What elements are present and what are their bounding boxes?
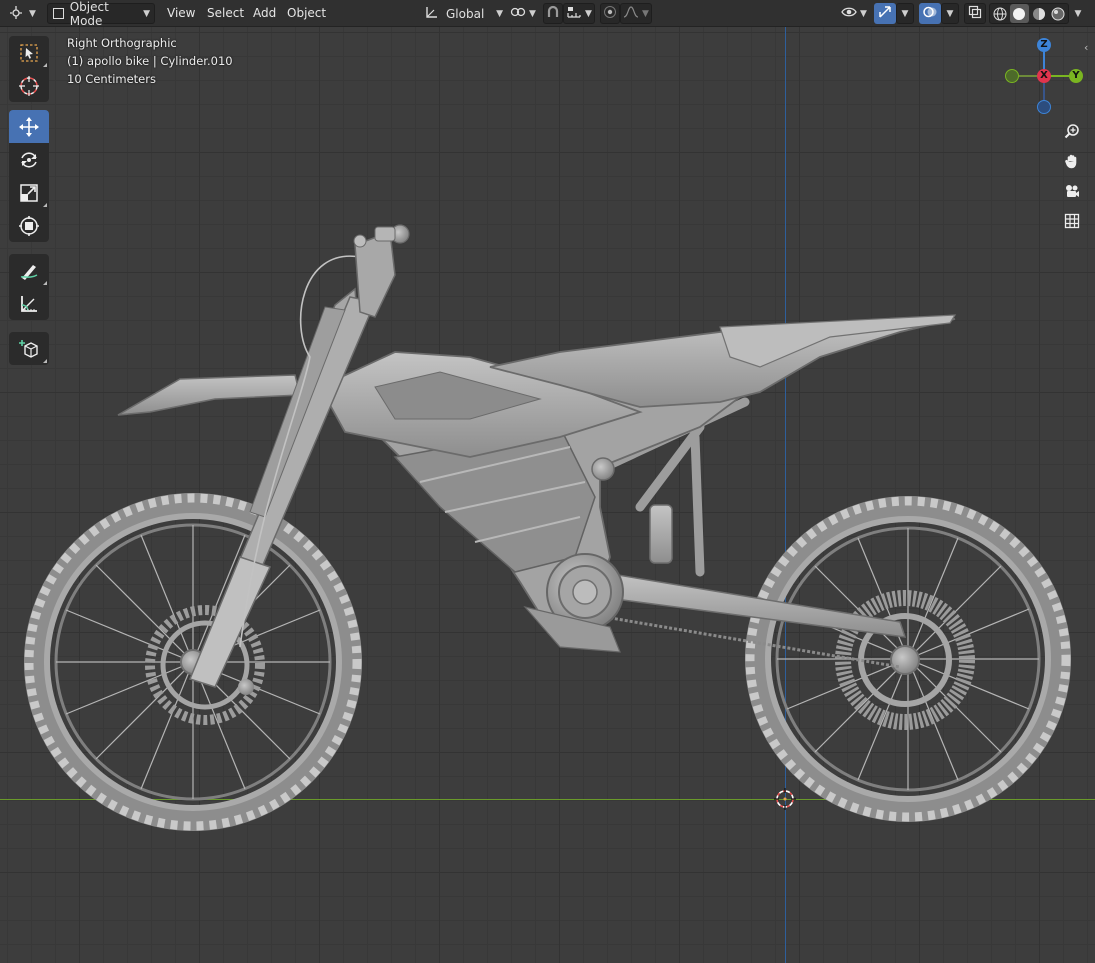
rear-shock xyxy=(649,504,673,564)
transform-icon xyxy=(19,215,39,236)
shading-solid-button[interactable] xyxy=(1009,4,1029,23)
chevron-down-icon: ▼ xyxy=(143,8,150,19)
zoom-icon xyxy=(1064,124,1079,139)
chevron-down-icon: ▼ xyxy=(496,8,503,19)
eye-icon xyxy=(841,5,857,22)
tool-add-cube[interactable] xyxy=(9,332,49,365)
snap-toggle[interactable] xyxy=(543,3,563,24)
pan-button[interactable] xyxy=(1060,149,1084,173)
handlebar xyxy=(353,224,410,318)
motorcycle-model[interactable] xyxy=(0,27,1095,963)
solid-sphere-icon xyxy=(1013,7,1026,20)
mode-label: Object Mode xyxy=(69,0,109,28)
visibility-dropdown[interactable]: ▼ xyxy=(838,3,870,24)
rotate-icon xyxy=(21,151,37,168)
xray-toggle[interactable] xyxy=(964,3,986,24)
tool-transform[interactable] xyxy=(9,209,49,242)
magnet-icon xyxy=(546,5,560,22)
3d-viewport[interactable]: Right Orthographic (1) apollo bike | Cyl… xyxy=(0,27,1095,963)
gizmo-neg-y-axis[interactable] xyxy=(1005,69,1019,83)
chevron-down-icon: ▼ xyxy=(642,8,649,19)
overlays-dropdown[interactable]: ▼ xyxy=(941,3,959,24)
snap-increment-icon xyxy=(566,5,582,22)
proportional-edit-icon xyxy=(603,5,617,22)
pivot-point-icon xyxy=(510,5,526,22)
gizmo-neg-z-axis[interactable] xyxy=(1037,100,1051,114)
gizmo-toggle-icon xyxy=(878,5,892,22)
tool-options-corner xyxy=(43,281,47,285)
rendered-sphere-icon xyxy=(1051,7,1065,20)
editor-type-button[interactable]: ▼ xyxy=(6,3,40,24)
shading-wireframe-button[interactable] xyxy=(990,7,1010,21)
tool-options-corner xyxy=(43,359,47,363)
gizmo-toggle[interactable] xyxy=(874,3,896,24)
falloff-curve-icon xyxy=(623,5,639,22)
shading-material-button[interactable] xyxy=(1029,7,1049,21)
overlays-toggle[interactable] xyxy=(919,3,941,24)
tool-annotate[interactable] xyxy=(9,254,49,287)
chevron-down-icon: ▼ xyxy=(901,8,909,19)
menu-select[interactable]: Select xyxy=(207,6,244,20)
orientation-label: Global xyxy=(446,6,485,21)
grid-toggle-icon xyxy=(1064,213,1080,229)
tool-scale[interactable] xyxy=(9,176,49,209)
tool-select-box[interactable] xyxy=(9,36,49,69)
chevron-down-icon: ▼ xyxy=(1074,8,1082,19)
front-fender xyxy=(117,374,301,416)
gizmo-y-axis[interactable]: Y xyxy=(1069,69,1083,83)
chevron-down-icon: ▼ xyxy=(585,8,592,19)
tool-measure[interactable] xyxy=(9,287,49,320)
shading-dropdown[interactable]: ▼ xyxy=(1069,3,1087,24)
chevron-down-icon: ▼ xyxy=(860,8,867,19)
proportional-edit-toggle[interactable] xyxy=(600,3,620,24)
annotate-icon xyxy=(20,264,38,280)
3d-cursor-icon[interactable] xyxy=(774,788,796,810)
rear-wheel xyxy=(745,496,1071,822)
gizmo-z-axis[interactable]: Z xyxy=(1037,38,1051,52)
viewport-icon xyxy=(10,5,26,22)
overlays-icon xyxy=(923,5,937,22)
hand-pan-icon xyxy=(1065,154,1077,169)
transform-orientation-dropdown[interactable]: Global ▼ xyxy=(420,3,506,24)
chevron-down-icon: ▼ xyxy=(529,8,536,19)
chevron-down-icon: ▼ xyxy=(29,8,36,19)
camera-icon xyxy=(1066,185,1079,197)
tool-options-corner xyxy=(43,63,47,67)
tool-rotate[interactable] xyxy=(9,143,49,176)
cursor-icon xyxy=(19,75,39,96)
add-cube-icon xyxy=(19,339,38,358)
move-icon xyxy=(19,116,39,137)
mode-dropdown[interactable]: Object Mode ▼ xyxy=(47,0,155,28)
shading-mode-group xyxy=(989,3,1069,24)
grid-toggle-button[interactable] xyxy=(1060,209,1084,233)
xray-icon xyxy=(968,5,982,22)
tool-move[interactable] xyxy=(9,110,49,143)
wireframe-sphere-icon xyxy=(993,7,1007,20)
measure-icon xyxy=(21,295,37,312)
scale-icon xyxy=(20,183,38,202)
gizmo-dropdown[interactable]: ▼ xyxy=(896,3,914,24)
pivot-point-dropdown[interactable]: ▼ xyxy=(508,3,538,24)
object-mode-icon xyxy=(53,8,64,19)
camera-view-button[interactable] xyxy=(1060,179,1084,203)
zoom-button[interactable] xyxy=(1060,119,1084,143)
orientation-icon xyxy=(424,5,440,22)
gizmo-x-axis[interactable]: X xyxy=(1037,69,1051,83)
menu-view[interactable]: View xyxy=(167,6,195,20)
tool-options-corner xyxy=(43,203,47,207)
swingarm-pivot xyxy=(591,457,615,481)
menu-add[interactable]: Add xyxy=(253,6,276,20)
snap-target-dropdown[interactable]: ▼ xyxy=(563,3,595,24)
tool-cursor[interactable] xyxy=(9,69,49,102)
chevron-down-icon: ▼ xyxy=(946,8,954,19)
material-sphere-icon xyxy=(1032,7,1045,20)
shading-rendered-button[interactable] xyxy=(1049,7,1069,21)
navigation-gizmo[interactable]: Z Y X xyxy=(1004,37,1084,117)
falloff-dropdown[interactable]: ▼ xyxy=(620,3,652,24)
menu-object[interactable]: Object xyxy=(287,6,326,20)
viewport-header: ▼ Object Mode ▼ View Select Add Object G… xyxy=(0,0,1095,28)
sidebar-toggle-icon[interactable]: ‹ xyxy=(1084,41,1088,54)
front-wheel xyxy=(24,493,362,831)
select-box-icon xyxy=(20,43,38,62)
